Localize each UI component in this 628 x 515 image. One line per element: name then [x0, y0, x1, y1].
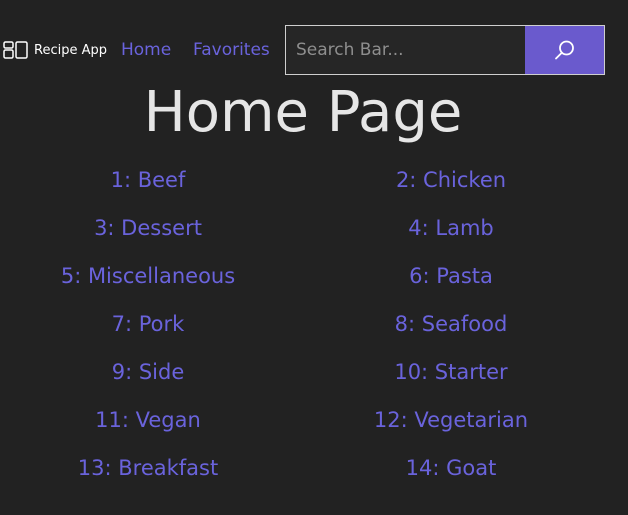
category-link-dessert[interactable]: 3: Dessert — [0, 204, 296, 252]
nav-home-link[interactable]: Home — [121, 39, 171, 61]
category-link-breakfast[interactable]: 13: Breakfast — [0, 444, 296, 492]
brand-link[interactable]: Recipe App — [3, 41, 107, 59]
category-link-side[interactable]: 9: Side — [0, 348, 296, 396]
page-title: Home Page — [143, 80, 463, 145]
category-link-goat[interactable]: 14: Goat — [296, 444, 606, 492]
navbar: Recipe App Home Favorites — [0, 25, 628, 75]
dashboard-icon — [3, 41, 28, 59]
category-link-miscellaneous[interactable]: 5: Miscellaneous — [0, 252, 296, 300]
category-link-vegetarian[interactable]: 12: Vegetarian — [296, 396, 606, 444]
category-link-vegan[interactable]: 11: Vegan — [0, 396, 296, 444]
nav-favorites-link[interactable]: Favorites — [193, 39, 270, 61]
search-icon — [554, 40, 574, 60]
brand-label: Recipe App — [34, 42, 107, 58]
category-list: 1: Beef 2: Chicken 3: Dessert 4: Lamb 5:… — [0, 156, 606, 492]
category-link-chicken[interactable]: 2: Chicken — [296, 156, 606, 204]
category-link-pasta[interactable]: 6: Pasta — [296, 252, 606, 300]
app-page: Recipe App Home Favorites Home Page 1: B… — [0, 0, 628, 515]
category-link-pork[interactable]: 7: Pork — [0, 300, 296, 348]
search-input[interactable] — [285, 25, 525, 75]
search-form — [285, 25, 605, 75]
search-button[interactable] — [525, 25, 605, 75]
category-link-lamb[interactable]: 4: Lamb — [296, 204, 606, 252]
category-link-beef[interactable]: 1: Beef — [0, 156, 296, 204]
category-link-starter[interactable]: 10: Starter — [296, 348, 606, 396]
category-link-seafood[interactable]: 8: Seafood — [296, 300, 606, 348]
